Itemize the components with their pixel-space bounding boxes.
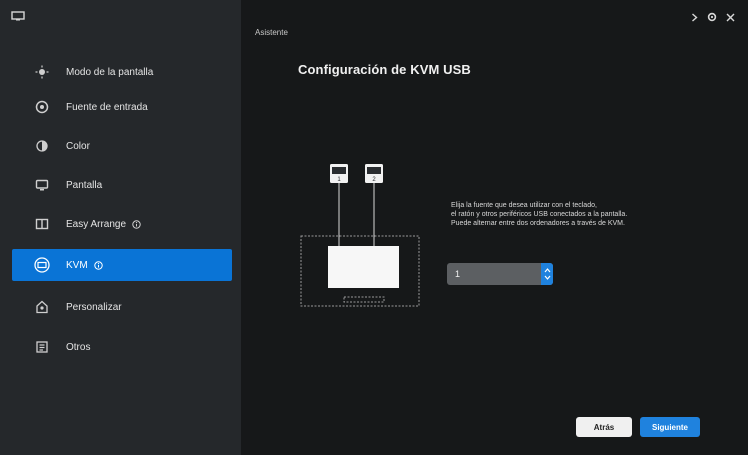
easy-arrange-icon	[34, 216, 50, 232]
monitor-illustration	[300, 235, 420, 307]
info-icon[interactable]	[93, 260, 103, 270]
back-button[interactable]: Atrás	[576, 417, 632, 437]
description-line: Puede alternar entre dos ordenadores a t…	[451, 220, 625, 227]
description-line: Elija la fuente que desea utilizar con e…	[451, 202, 597, 209]
main-panel: Asistente Configuración de KVM USB 1 2 E…	[241, 0, 748, 455]
sidebar-item-personalize[interactable]: Personalizar	[12, 291, 232, 323]
sidebar-item-kvm[interactable]: KVM	[12, 249, 232, 281]
sidebar-item-label: Otros	[66, 341, 91, 353]
sidebar-item-label: Pantalla	[66, 179, 103, 191]
sidebar-item-easy-arrange[interactable]: Easy Arrange	[12, 208, 232, 240]
color-icon	[34, 138, 50, 154]
sidebar-item-label: Color	[66, 140, 90, 152]
sidebar-item-others[interactable]: Otros	[12, 331, 232, 363]
sidebar-item-label: Personalizar	[66, 301, 122, 313]
breadcrumb: Asistente	[255, 28, 288, 37]
sun-icon	[34, 64, 50, 80]
computer-1-icon: 1	[330, 164, 348, 183]
next-button[interactable]: Siguiente	[640, 417, 700, 437]
monitor-icon	[11, 11, 25, 21]
sidebar-item-color[interactable]: Color	[12, 130, 232, 162]
help-icon[interactable]	[687, 10, 701, 24]
personalize-icon	[34, 299, 50, 315]
sidebar: Modo de la pantalla Fuente de entrada Co…	[0, 0, 241, 455]
sidebar-item-input-source[interactable]: Fuente de entrada	[12, 91, 232, 123]
sidebar-item-label: Modo de la pantalla	[66, 66, 154, 78]
info-icon[interactable]	[132, 219, 141, 229]
kvm-description: Elija la fuente que desea utilizar con e…	[451, 201, 681, 228]
kvm-diagram: 1 2	[300, 164, 420, 307]
input-source-icon	[34, 99, 50, 115]
source-select[interactable]: 1	[447, 263, 553, 285]
description-line: el ratón y otros periféricos USB conecta…	[451, 211, 628, 218]
sidebar-item-label: Fuente de entrada	[66, 101, 148, 113]
page-title: Configuración de KVM USB	[298, 62, 471, 77]
source-select-value: 1	[455, 269, 461, 279]
close-icon[interactable]	[723, 10, 737, 24]
others-icon	[34, 339, 50, 355]
chevron-up-down-icon[interactable]	[541, 263, 553, 285]
kvm-icon	[34, 257, 50, 273]
settings-icon[interactable]	[705, 10, 719, 24]
display-icon	[34, 177, 50, 193]
sidebar-item-label: KVM	[66, 259, 88, 271]
sidebar-item-label: Easy Arrange	[66, 218, 127, 230]
sidebar-item-display-mode[interactable]: Modo de la pantalla	[12, 56, 232, 88]
sidebar-item-display[interactable]: Pantalla	[12, 169, 232, 201]
computer-2-icon: 2	[365, 164, 383, 183]
